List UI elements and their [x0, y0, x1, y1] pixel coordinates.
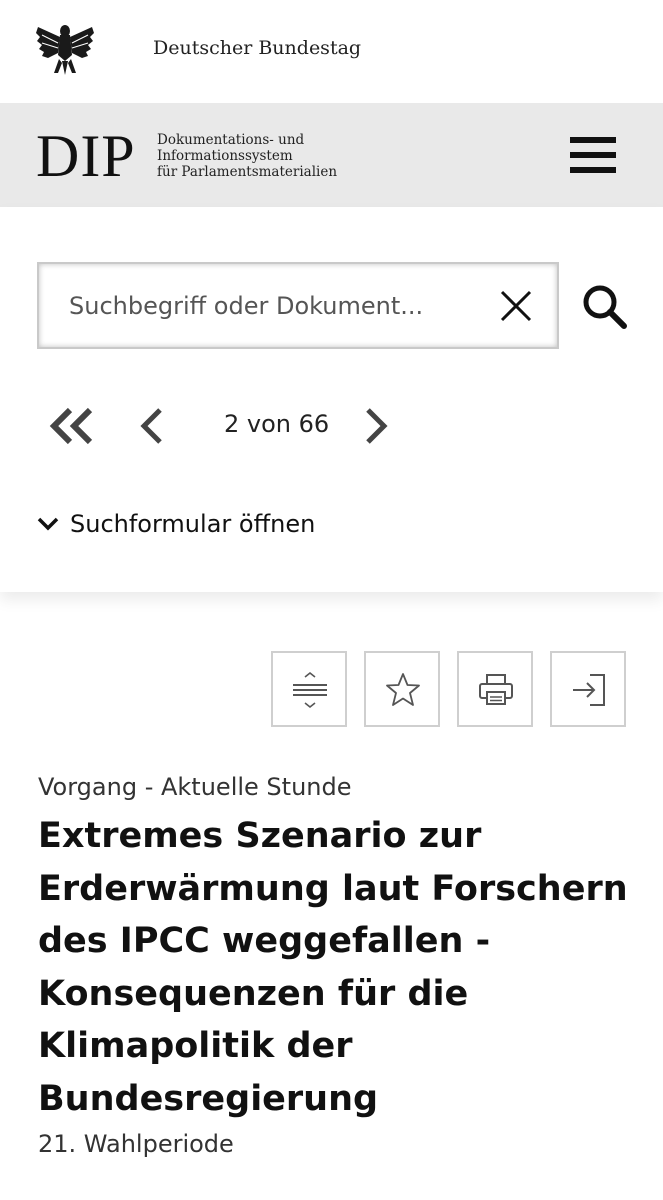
dip-subtitle: Dokumentations- und Informationssystem f… [157, 132, 337, 180]
document-category: Vorgang - Aktuelle Stunde [38, 773, 352, 801]
federal-eagle-icon[interactable] [34, 21, 96, 77]
print-button[interactable] [457, 651, 533, 727]
export-icon [573, 674, 605, 706]
print-icon [479, 674, 513, 705]
open-search-form-label: Suchformular öffnen [70, 510, 316, 538]
dip-logo[interactable]: DIP [36, 124, 136, 188]
search-icon[interactable] [580, 282, 628, 330]
hamburger-menu-icon[interactable] [570, 137, 616, 175]
double-chevron-left-icon[interactable] [48, 404, 96, 448]
close-icon[interactable] [498, 288, 534, 324]
top-header: Deutscher Bundestag [0, 0, 663, 103]
institution-name: Deutscher Bundestag [153, 37, 362, 59]
search-input[interactable] [69, 286, 469, 326]
bookmark-button[interactable] [364, 651, 440, 727]
chevron-right-icon[interactable] [360, 404, 392, 448]
export-button[interactable] [550, 651, 626, 727]
dip-subtitle-line: für Parlamentsmaterialien [157, 164, 338, 180]
dip-subtitle-line: Informationssystem [157, 148, 293, 164]
open-search-form-button[interactable]: Suchformular öffnen [36, 507, 315, 541]
expand-collapse-icon [293, 671, 327, 709]
search-box [37, 262, 559, 349]
page-indicator: 2 von 66 [224, 410, 330, 438]
document-title: Extremes Szenario zur Erderwärmung laut … [38, 816, 628, 1119]
star-icon [386, 673, 420, 706]
legislative-period: 21. Wahlperiode [38, 1130, 234, 1158]
expand-collapse-button[interactable] [271, 651, 347, 727]
chevron-left-icon[interactable] [136, 404, 168, 448]
chevron-down-icon [37, 517, 59, 531]
dip-subtitle-line: Dokumentations- und [157, 132, 305, 148]
